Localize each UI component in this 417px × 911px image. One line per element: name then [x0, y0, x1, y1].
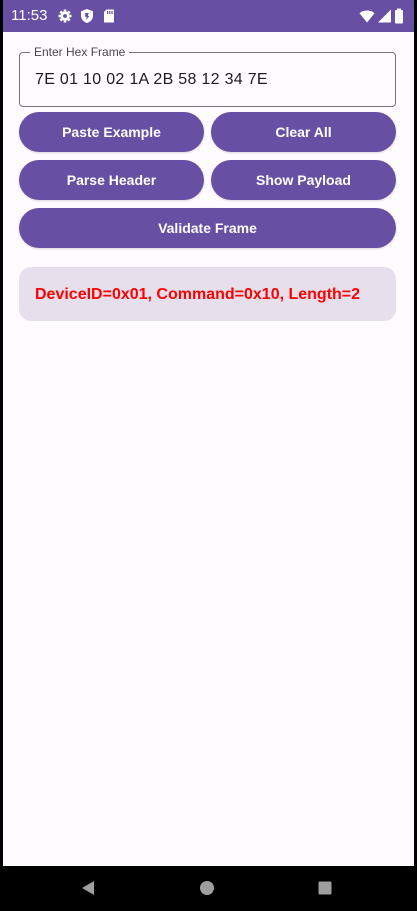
clear-all-button[interactable]: Clear All	[211, 112, 396, 152]
result-text: DeviceID=0x01, Command=0x10, Length=2	[35, 286, 361, 303]
navigation-bar	[3, 866, 414, 911]
status-time: 11:53	[11, 7, 48, 24]
signal-icon	[376, 8, 392, 24]
app-screen: 11:53 Enter Hex Frame 7E 01 10 02 1A 2B …	[3, 0, 414, 911]
result-card: DeviceID=0x01, Command=0x10, Length=2	[19, 267, 396, 321]
paste-example-button[interactable]: Paste Example	[19, 112, 204, 152]
status-bar: 11:53	[3, 0, 414, 32]
hex-frame-label: Enter Hex Frame	[30, 44, 130, 60]
sd-card-icon	[101, 8, 117, 24]
gear-icon	[57, 8, 73, 24]
back-icon[interactable]	[77, 877, 99, 899]
shield-icon	[79, 8, 95, 24]
hex-frame-field[interactable]: Enter Hex Frame	[19, 44, 396, 107]
show-payload-button[interactable]: Show Payload	[211, 160, 396, 200]
battery-icon	[394, 8, 404, 24]
home-icon[interactable]	[196, 877, 218, 899]
hex-frame-input[interactable]	[35, 68, 375, 92]
parse-header-button[interactable]: Parse Header	[19, 160, 204, 200]
recents-icon[interactable]	[314, 877, 336, 899]
wifi-icon	[359, 8, 375, 24]
validate-frame-button[interactable]: Validate Frame	[19, 208, 396, 248]
